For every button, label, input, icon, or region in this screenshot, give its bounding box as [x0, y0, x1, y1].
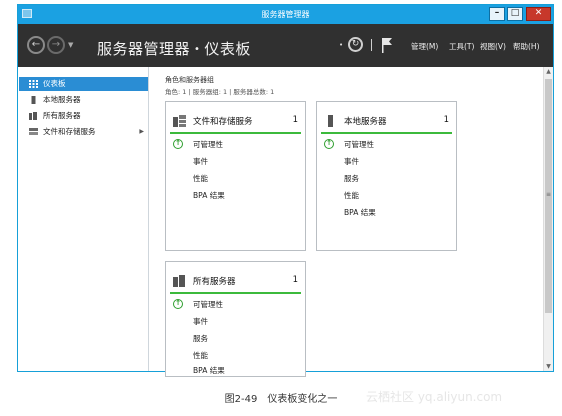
tile-local-server[interactable]: 本地服务器 1 ↑ 可管理性 事件 服务 性能 BPA 结果 [316, 101, 457, 251]
sidebar-item-dashboard[interactable]: 仪表板 [19, 77, 148, 91]
menu-help[interactable]: 帮助(H) [513, 41, 540, 52]
header-bar: ← → ▼ 服务器管理器 • 仪表板 • ↻ 管理(M) 工具(T) 视图(V) 帮… [18, 24, 553, 67]
tile-row-events[interactable]: 事件 [193, 316, 208, 327]
forward-button[interactable]: → [47, 36, 65, 54]
tile-row-manageability[interactable]: 可管理性 [344, 139, 374, 150]
expand-arrow-icon[interactable]: ▶ [139, 125, 144, 139]
sidebar-item-label: 仪表板 [43, 79, 66, 88]
dashboard-icon [29, 80, 38, 88]
sidebar-item-file-storage[interactable]: 文件和存储服务 ▶ [19, 125, 148, 139]
status-line [170, 132, 301, 134]
scroll-down-icon[interactable]: ▼ [545, 363, 552, 370]
tile-count: 1 [443, 115, 449, 125]
tile-file-storage[interactable]: 文件和存储服务 1 ↑ 可管理性 事件 性能 BPA 结果 [165, 101, 306, 251]
scroll-grip-icon: ≡ [546, 191, 552, 198]
tile-row-bpa[interactable]: BPA 结果 [344, 207, 376, 218]
sidebar-item-label: 本地服务器 [43, 95, 81, 104]
tile-row-performance[interactable]: 性能 [193, 350, 208, 361]
server-icon [31, 96, 36, 104]
tile-all-servers[interactable]: 所有服务器 1 ↑ 可管理性 事件 服务 性能 BPA 结果 [165, 261, 306, 377]
sidebar: 仪表板 本地服务器 所有服务器 文件和存储服务 ▶ [18, 67, 149, 371]
tile-row-events[interactable]: 事件 [344, 156, 359, 167]
sidebar-item-label: 文件和存储服务 [43, 127, 96, 136]
refresh-icon[interactable]: ↻ [348, 37, 363, 52]
tile-title: 文件和存储服务 [193, 117, 253, 127]
sidebar-item-local-server[interactable]: 本地服务器 [19, 93, 148, 107]
menu-manage[interactable]: 管理(M) [411, 41, 438, 52]
dashboard-content: 角色和服务器组 角色: 1 | 服务器组: 1 | 服务器总数: 1 文件和存储… [149, 67, 543, 377]
sidebar-item-all-servers[interactable]: 所有服务器 [19, 109, 148, 123]
tile-row-manageability[interactable]: 可管理性 [193, 139, 223, 150]
tile-row-services[interactable]: 服务 [193, 333, 208, 344]
servers-icon [29, 112, 37, 120]
roles-group-title: 角色和服务器组 [165, 76, 214, 84]
tile-row-manageability[interactable]: 可管理性 [193, 299, 223, 310]
menu-view[interactable]: 视图(V) [480, 41, 506, 52]
tile-row-bpa[interactable]: BPA 结果 [193, 190, 225, 201]
maximize-button[interactable]: □ [507, 7, 523, 21]
title-bar[interactable]: 服务器管理器 – □ ✕ [18, 5, 553, 24]
tile-row-performance[interactable]: 性能 [193, 173, 208, 184]
history-dropdown-icon[interactable]: ▼ [68, 41, 73, 49]
header-divider [371, 39, 372, 51]
tile-count: 1 [292, 275, 298, 285]
breadcrumb-root[interactable]: 服务器管理器 [97, 40, 190, 58]
tile-title: 所有服务器 [193, 277, 236, 287]
status-line [321, 132, 452, 134]
vertical-scrollbar[interactable]: ▲ ≡ ▼ [543, 67, 553, 371]
tile-title: 本地服务器 [344, 117, 387, 127]
servers-tile-icon [173, 275, 185, 287]
sidebar-item-label: 所有服务器 [43, 111, 81, 120]
watermark: 云栖社区 yq.aliyun.com [366, 390, 503, 404]
roles-group-stats: 角色: 1 | 服务器组: 1 | 服务器总数: 1 [165, 88, 275, 96]
up-arrow-icon: ↑ [173, 299, 183, 309]
back-button[interactable]: ← [27, 36, 45, 54]
tile-count: 1 [292, 115, 298, 125]
breadcrumb-separator: • [194, 44, 201, 55]
server-tile-icon [328, 115, 333, 127]
storage-tile-icon [173, 115, 186, 127]
tile-row-events[interactable]: 事件 [193, 156, 208, 167]
breadcrumb-current: 仪表板 [204, 40, 251, 58]
tile-row-performance[interactable]: 性能 [344, 190, 359, 201]
tile-row-services[interactable]: 服务 [344, 173, 359, 184]
breadcrumb: 服务器管理器 • 仪表板 [97, 38, 251, 59]
refresh-dropdown-icon[interactable]: • [339, 41, 343, 49]
up-arrow-icon: ↑ [173, 139, 183, 149]
close-button[interactable]: ✕ [526, 7, 551, 21]
window-title: 服务器管理器 [261, 10, 310, 19]
figure-number: 图2-49 [224, 394, 258, 405]
menu-tools[interactable]: 工具(T) [449, 41, 474, 52]
tile-row-bpa[interactable]: BPA 结果 [193, 365, 225, 376]
minimize-button[interactable]: – [489, 7, 505, 21]
status-line [170, 292, 301, 294]
storage-icon [29, 128, 38, 135]
server-manager-window: 服务器管理器 – □ ✕ ← → ▼ 服务器管理器 • 仪表板 • ↻ 管理(M) … [17, 4, 554, 377]
figure-text: 仪表板变化之一 [267, 394, 338, 405]
main-area: 仪表板 本地服务器 所有服务器 文件和存储服务 ▶ 角色和服务器组 角色: 1 … [18, 67, 553, 377]
notifications-flag-icon[interactable] [381, 37, 393, 53]
scroll-up-icon[interactable]: ▲ [545, 68, 552, 75]
up-arrow-icon: ↑ [324, 139, 334, 149]
